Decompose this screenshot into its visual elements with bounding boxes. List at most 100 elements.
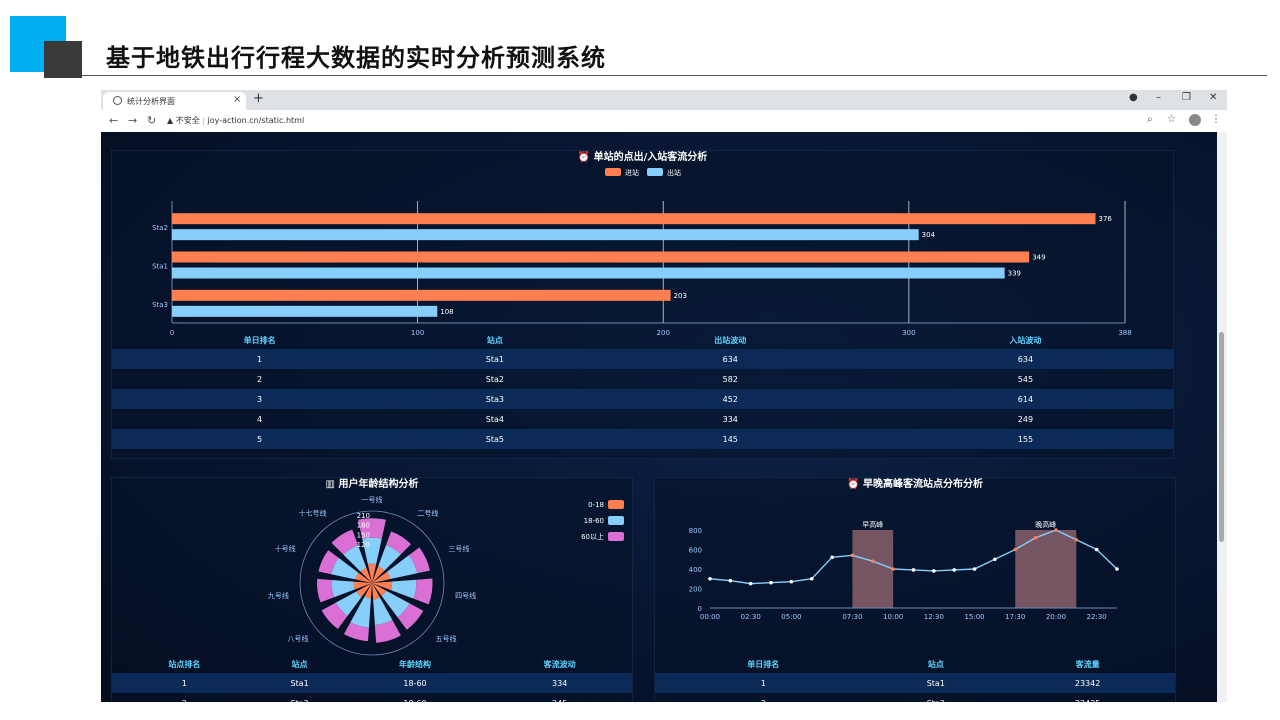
y-tick-label: 0: [698, 605, 702, 613]
polar-category-label: 三号线: [448, 544, 469, 553]
y-tick-label: 200: [689, 586, 702, 594]
y-tick-label: 800: [689, 527, 702, 535]
table-row: 2 Sta2 582 545: [112, 369, 1173, 389]
table-cell: 155: [877, 429, 1173, 449]
legend-swatch: [608, 500, 624, 509]
table-cell: 582: [722, 374, 738, 384]
table-header-cell: 年龄结构: [399, 659, 431, 669]
table-row: 4 Sta4 334 249: [112, 409, 1173, 429]
table-row: 3 Sta3 452 614: [112, 389, 1173, 409]
table-cell: 1: [112, 673, 257, 693]
polar-category-label: 八号线: [288, 634, 309, 643]
peak-flow-panel: ⏰ 早晚高峰客流站点分布分析 早高峰 晚高峰 0 200 400 600 800 00:00 0…: [654, 477, 1176, 702]
vertical-scrollbar[interactable]: [1217, 132, 1227, 702]
legend-swatch: [647, 168, 663, 176]
browser-toolbar: ← → ↻ ▲ 不安全 | joy-action.cn/static.html …: [101, 110, 1227, 132]
age-rank-table: 站点排名站点年龄结构客流波动1Sta118-603342Sta218-60245: [112, 655, 632, 702]
peak-mark-label: 晚高峰: [1035, 520, 1056, 529]
table-header-cell: 入站波动: [1009, 335, 1042, 345]
bar: [172, 305, 438, 317]
forward-icon[interactable]: →: [128, 114, 137, 127]
peak-mark-area: [852, 530, 894, 608]
radial-tick-label: 150: [357, 531, 370, 539]
table-header-cell: 单日排名: [747, 659, 780, 669]
zoom-icon[interactable]: ⌕: [1147, 114, 1153, 125]
table-header-row: 站点排名 站点 年龄结构 客流波动: [112, 655, 632, 673]
legend-label: 0-18: [588, 501, 604, 509]
data-point: [911, 568, 916, 572]
table-row: 5 Sta5 145 155: [112, 429, 1173, 449]
scrollbar-thumb[interactable]: [1219, 332, 1224, 542]
radial-tick-label: 210: [357, 512, 370, 520]
minimize-icon[interactable]: –: [1156, 92, 1161, 103]
x-tick-label: 07:30: [842, 613, 862, 621]
bar-legend: 进站 出站: [605, 168, 681, 177]
radial-tick-label: 120: [357, 541, 370, 549]
y-tick-label: 600: [689, 547, 702, 555]
x-tick-label: 17:30: [1005, 613, 1025, 621]
y-tick-label: Sta3: [152, 301, 168, 309]
bar: [172, 289, 671, 301]
y-tick-label: Sta1: [152, 263, 168, 271]
avatar[interactable]: [1189, 114, 1201, 126]
table-cell: Sta5: [407, 429, 583, 449]
data-point: [1115, 567, 1119, 571]
data-point: [891, 567, 895, 571]
table-cell: Sta3: [407, 389, 583, 409]
table-cell: 3: [112, 389, 408, 409]
data-point: [748, 581, 753, 586]
x-tick-label: 00:00: [700, 613, 720, 621]
bar-value-label: 203: [674, 292, 687, 300]
table-row: 2Sta222435: [655, 693, 1175, 703]
legend-label: 出站: [667, 168, 681, 177]
data-point: [1054, 528, 1058, 532]
back-icon[interactable]: ←: [109, 114, 118, 127]
table-header-cell: 站点排名: [168, 659, 201, 669]
table-cell: Sta2: [485, 374, 505, 384]
station-flow-bar-chart: 进站 出站0 100 200 300 388Sta3203108Sta1349339Sta…: [152, 168, 1132, 337]
table-header-cell: 客流波动: [543, 659, 576, 669]
data-point: [952, 568, 956, 572]
peak-rank-table: 单日排名站点客流量1Sta1233422Sta222435: [655, 655, 1175, 702]
window-close-icon[interactable]: ✕: [1209, 92, 1217, 103]
table-row: 1 Sta1 634 634: [112, 349, 1173, 369]
table-cell: 1: [655, 673, 872, 693]
menu-dots-icon[interactable]: ⋮: [1211, 114, 1221, 125]
alarm-icon: ⏰: [847, 479, 860, 490]
bookmark-star-icon[interactable]: ☆: [1167, 114, 1176, 125]
new-tab-button[interactable]: +: [253, 91, 264, 106]
legend-label: 60以上: [581, 532, 604, 541]
address-bar[interactable]: ▲ 不安全 | joy-action.cn/static.html: [167, 113, 1167, 129]
table-cell: Sta2: [871, 693, 1000, 703]
profile-icon[interactable]: ●: [1129, 92, 1138, 103]
data-point: [1094, 547, 1099, 552]
data-point: [1013, 547, 1018, 552]
x-tick-label: 20:00: [1046, 613, 1066, 621]
url-text: joy-action.cn/static.html: [207, 116, 305, 125]
security-label: 不安全: [175, 116, 200, 125]
age-polar-chart: 一号线二号线三号线四号线五号线六号线七号线八号线九号线十号线十七号线210180…: [268, 495, 624, 660]
data-point: [789, 579, 794, 584]
data-point: [830, 555, 834, 560]
data-point: [769, 580, 773, 585]
bar: [172, 213, 1096, 225]
table-cell: 2: [655, 693, 871, 703]
table-row: 1 Sta1 18-60 334: [112, 673, 632, 693]
table-cell: 634: [877, 349, 1173, 369]
station-rank-table: 单日排名 站点 出站波动 入站波动 1 Sta1 634 634 2 Sta2 582 545 3 Sta…: [112, 331, 1173, 449]
reload-icon[interactable]: ↻: [147, 114, 156, 127]
table-cell: 18-60: [342, 673, 488, 693]
bar: [172, 229, 919, 241]
peak-flow-title: ⏰ 早晚高峰客流站点分布分析: [847, 479, 983, 490]
browser-tab[interactable]: 统计分析界面 ×: [103, 92, 246, 110]
station-flow-title: ⏰ 单站的点出/入站客流分析: [577, 152, 708, 163]
restore-icon[interactable]: ❐: [1182, 92, 1191, 103]
peak-mark-area: [1015, 530, 1077, 608]
close-icon[interactable]: ×: [233, 94, 241, 105]
table-cell: 22435: [1000, 693, 1175, 703]
table-cell: 23342: [1000, 673, 1175, 693]
bar-value-label: 304: [922, 231, 936, 239]
polar-category-label: 十七号线: [299, 508, 327, 517]
data-point: [932, 569, 936, 573]
table-header-cell: 站点: [927, 659, 944, 669]
